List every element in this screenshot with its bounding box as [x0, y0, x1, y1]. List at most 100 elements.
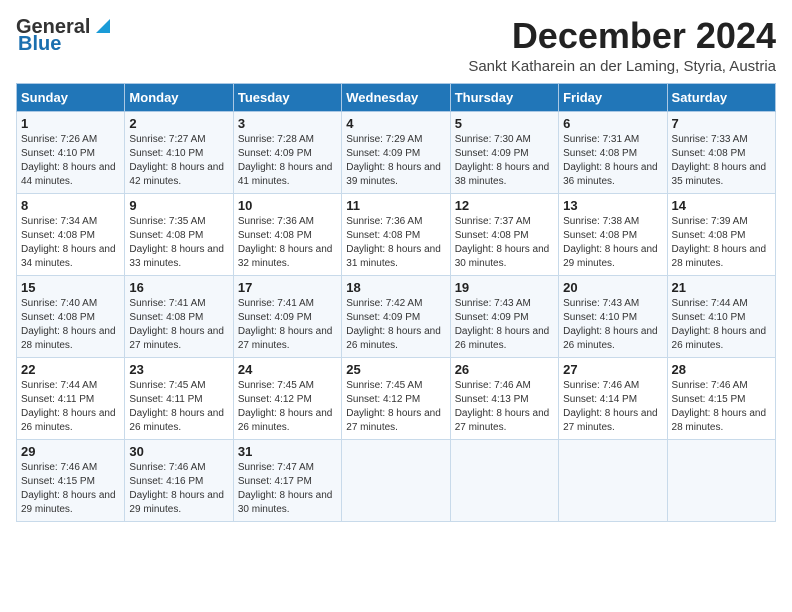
- calendar-cell: 10 Sunrise: 7:36 AMSunset: 4:08 PMDayligh…: [233, 193, 341, 275]
- calendar-cell: 15Sunrise: 7:40 AMSunset: 4:08 PMDayligh…: [17, 275, 125, 357]
- month-title: December 2024: [468, 16, 776, 56]
- day-number: 6: [563, 116, 662, 131]
- day-detail: Sunrise: 7:34 AMSunset: 4:08 PMDaylight:…: [21, 215, 120, 271]
- day-detail: Sunrise: 7:41 AMSunset: 4:09 PMDaylight:…: [238, 297, 337, 353]
- day-number: 10: [238, 198, 337, 213]
- day-number: 18: [346, 280, 445, 295]
- calendar-header-row: SundayMondayTuesdayWednesdayThursdayFrid…: [17, 83, 776, 111]
- calendar-week-row: 8 Sunrise: 7:34 AMSunset: 4:08 PMDaylight…: [17, 193, 776, 275]
- day-detail: Sunrise: 7:43 AMSunset: 4:10 PMDaylight:…: [563, 297, 662, 353]
- day-number: 8: [21, 198, 120, 213]
- calendar-cell: [559, 439, 667, 521]
- calendar-cell: 13Sunrise: 7:38 AMSunset: 4:08 PMDayligh…: [559, 193, 667, 275]
- calendar-cell: 24 Sunrise: 7:45 AMSunset: 4:12 PMDayligh…: [233, 357, 341, 439]
- day-number: 13: [563, 198, 662, 213]
- day-number: 9: [129, 198, 228, 213]
- day-number: 17: [238, 280, 337, 295]
- calendar-cell: 16Sunrise: 7:41 AMSunset: 4:08 PMDayligh…: [125, 275, 233, 357]
- day-number: 24: [238, 362, 337, 377]
- day-detail: Sunrise: 7:40 AMSunset: 4:08 PMDaylight:…: [21, 297, 120, 353]
- calendar-cell: 1Sunrise: 7:26 AMSunset: 4:10 PMDaylight…: [17, 111, 125, 193]
- calendar-cell: 7 Sunrise: 7:33 AMSunset: 4:08 PMDaylight…: [667, 111, 775, 193]
- day-detail: Sunrise: 7:30 AMSunset: 4:09 PMDaylight:…: [455, 133, 554, 189]
- day-number: 27: [563, 362, 662, 377]
- calendar-cell: 22 Sunrise: 7:44 AMSunset: 4:11 PMDayligh…: [17, 357, 125, 439]
- day-detail: Sunrise: 7:36 AMSunset: 4:08 PMDaylight:…: [346, 215, 445, 271]
- calendar-cell: [450, 439, 558, 521]
- calendar-cell: 19 Sunrise: 7:43 AMSunset: 4:09 PMDayligh…: [450, 275, 558, 357]
- day-number: 30: [129, 444, 228, 459]
- day-number: 3: [238, 116, 337, 131]
- calendar-cell: 14Sunrise: 7:39 AMSunset: 4:08 PMDayligh…: [667, 193, 775, 275]
- day-number: 1: [21, 116, 120, 131]
- calendar-cell: 12 Sunrise: 7:37 AMSunset: 4:08 PMDayligh…: [450, 193, 558, 275]
- day-detail: Sunrise: 7:44 AMSunset: 4:11 PMDaylight:…: [21, 379, 120, 435]
- calendar-cell: 20Sunrise: 7:43 AMSunset: 4:10 PMDayligh…: [559, 275, 667, 357]
- calendar-cell: 26 Sunrise: 7:46 AMSunset: 4:13 PMDayligh…: [450, 357, 558, 439]
- day-number: 7: [672, 116, 771, 131]
- weekday-header-sunday: Sunday: [17, 83, 125, 111]
- calendar-cell: 29Sunrise: 7:46 AMSunset: 4:15 PMDayligh…: [17, 439, 125, 521]
- day-number: 28: [672, 362, 771, 377]
- calendar-cell: 6 Sunrise: 7:31 AMSunset: 4:08 PMDaylight…: [559, 111, 667, 193]
- day-detail: Sunrise: 7:43 AMSunset: 4:09 PMDaylight:…: [455, 297, 554, 353]
- day-number: 22: [21, 362, 120, 377]
- day-detail: Sunrise: 7:36 AMSunset: 4:08 PMDaylight:…: [238, 215, 337, 271]
- calendar-cell: 21Sunrise: 7:44 AMSunset: 4:10 PMDayligh…: [667, 275, 775, 357]
- calendar-cell: 27 Sunrise: 7:46 AMSunset: 4:14 PMDayligh…: [559, 357, 667, 439]
- day-detail: Sunrise: 7:46 AMSunset: 4:14 PMDaylight:…: [563, 379, 662, 435]
- weekday-header-thursday: Thursday: [450, 83, 558, 111]
- day-detail: Sunrise: 7:47 AMSunset: 4:17 PMDaylight:…: [238, 461, 337, 517]
- day-number: 19: [455, 280, 554, 295]
- calendar-cell: [342, 439, 450, 521]
- calendar-cell: 28Sunrise: 7:46 AMSunset: 4:15 PMDayligh…: [667, 357, 775, 439]
- location-title: Sankt Katharein an der Laming, Styria, A…: [468, 58, 776, 75]
- day-detail: Sunrise: 7:45 AMSunset: 4:12 PMDaylight:…: [238, 379, 337, 435]
- calendar-cell: 18 Sunrise: 7:42 AMSunset: 4:09 PMDayligh…: [342, 275, 450, 357]
- weekday-header-tuesday: Tuesday: [233, 83, 341, 111]
- day-detail: Sunrise: 7:29 AMSunset: 4:09 PMDaylight:…: [346, 133, 445, 189]
- calendar-cell: 5 Sunrise: 7:30 AMSunset: 4:09 PMDaylight…: [450, 111, 558, 193]
- day-detail: Sunrise: 7:33 AMSunset: 4:08 PMDaylight:…: [672, 133, 771, 189]
- day-number: 23: [129, 362, 228, 377]
- day-detail: Sunrise: 7:46 AMSunset: 4:13 PMDaylight:…: [455, 379, 554, 435]
- calendar-cell: [667, 439, 775, 521]
- calendar-cell: 30 Sunrise: 7:46 AMSunset: 4:16 PMDayligh…: [125, 439, 233, 521]
- day-detail: Sunrise: 7:42 AMSunset: 4:09 PMDaylight:…: [346, 297, 445, 353]
- calendar-cell: 4 Sunrise: 7:29 AMSunset: 4:09 PMDaylight…: [342, 111, 450, 193]
- calendar-week-row: 15Sunrise: 7:40 AMSunset: 4:08 PMDayligh…: [17, 275, 776, 357]
- day-number: 5: [455, 116, 554, 131]
- calendar-week-row: 1Sunrise: 7:26 AMSunset: 4:10 PMDaylight…: [17, 111, 776, 193]
- calendar-cell: 17 Sunrise: 7:41 AMSunset: 4:09 PMDayligh…: [233, 275, 341, 357]
- day-detail: Sunrise: 7:45 AMSunset: 4:12 PMDaylight:…: [346, 379, 445, 435]
- day-detail: Sunrise: 7:28 AMSunset: 4:09 PMDaylight:…: [238, 133, 337, 189]
- title-block: December 2024 Sankt Katharein an der Lam…: [468, 16, 776, 75]
- page-header: General Blue December 2024 Sankt Kathare…: [16, 16, 776, 75]
- day-detail: Sunrise: 7:27 AMSunset: 4:10 PMDaylight:…: [129, 133, 228, 189]
- weekday-header-monday: Monday: [125, 83, 233, 111]
- day-detail: Sunrise: 7:46 AMSunset: 4:16 PMDaylight:…: [129, 461, 228, 517]
- calendar-cell: 9Sunrise: 7:35 AMSunset: 4:08 PMDaylight…: [125, 193, 233, 275]
- calendar-table: SundayMondayTuesdayWednesdayThursdayFrid…: [16, 83, 776, 522]
- weekday-header-saturday: Saturday: [667, 83, 775, 111]
- day-number: 26: [455, 362, 554, 377]
- weekday-header-friday: Friday: [559, 83, 667, 111]
- day-number: 21: [672, 280, 771, 295]
- day-number: 11: [346, 198, 445, 213]
- day-number: 12: [455, 198, 554, 213]
- calendar-cell: 23 Sunrise: 7:45 AMSunset: 4:11 PMDayligh…: [125, 357, 233, 439]
- day-detail: Sunrise: 7:31 AMSunset: 4:08 PMDaylight:…: [563, 133, 662, 189]
- day-detail: Sunrise: 7:46 AMSunset: 4:15 PMDaylight:…: [21, 461, 120, 517]
- day-number: 25: [346, 362, 445, 377]
- calendar-cell: 11 Sunrise: 7:36 AMSunset: 4:08 PMDayligh…: [342, 193, 450, 275]
- day-number: 14: [672, 198, 771, 213]
- calendar-cell: 8 Sunrise: 7:34 AMSunset: 4:08 PMDaylight…: [17, 193, 125, 275]
- day-number: 2: [129, 116, 228, 131]
- day-detail: Sunrise: 7:37 AMSunset: 4:08 PMDaylight:…: [455, 215, 554, 271]
- day-detail: Sunrise: 7:41 AMSunset: 4:08 PMDaylight:…: [129, 297, 228, 353]
- day-detail: Sunrise: 7:45 AMSunset: 4:11 PMDaylight:…: [129, 379, 228, 435]
- calendar-week-row: 22 Sunrise: 7:44 AMSunset: 4:11 PMDayligh…: [17, 357, 776, 439]
- day-number: 4: [346, 116, 445, 131]
- weekday-header-wednesday: Wednesday: [342, 83, 450, 111]
- calendar-cell: 25 Sunrise: 7:45 AMSunset: 4:12 PMDayligh…: [342, 357, 450, 439]
